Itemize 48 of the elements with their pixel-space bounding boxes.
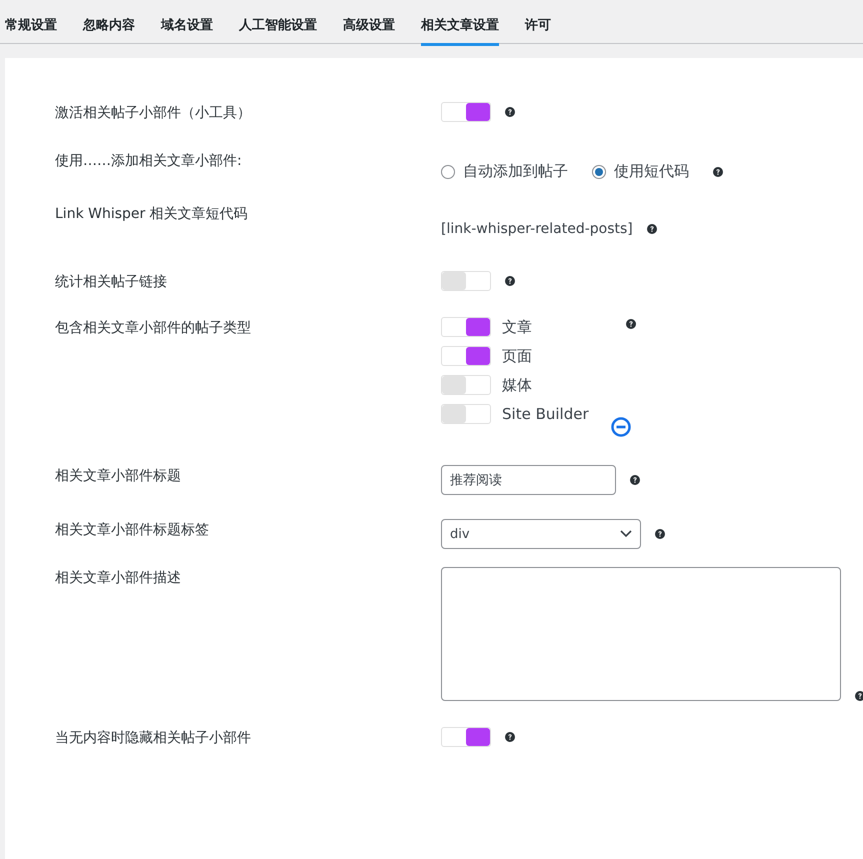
radio-button[interactable] — [441, 164, 455, 178]
help-icon[interactable] — [505, 732, 515, 742]
help-icon[interactable] — [855, 691, 863, 701]
help-icon[interactable] — [505, 107, 515, 117]
radio-label: 自动添加到帖子 — [463, 162, 568, 181]
help-icon[interactable] — [655, 529, 665, 539]
help-icon[interactable] — [505, 276, 515, 286]
tab[interactable]: 高级设置 — [343, 0, 395, 46]
tab[interactable]: 常规设置 — [5, 0, 57, 46]
description-field[interactable] — [441, 567, 841, 701]
title-field[interactable]: 推荐阅读 — [441, 465, 616, 495]
post-type-label: 媒体 — [502, 376, 532, 394]
shortcode-text: [link-whisper-related-posts] — [441, 221, 633, 237]
post-type-label: 页面 — [502, 346, 532, 366]
radio-option[interactable]: 自动添加到帖子 — [441, 162, 568, 181]
toggle-switch[interactable] — [441, 375, 491, 395]
chevron-down-icon — [620, 530, 632, 538]
help-icon[interactable] — [630, 475, 640, 485]
setting-label: 相关文章小部件描述 — [55, 569, 182, 587]
tab[interactable]: 忽略内容 — [83, 0, 135, 46]
tab[interactable]: 人工智能设置 — [239, 0, 317, 46]
tab[interactable]: 相关文章设置 — [421, 0, 499, 46]
minus-circle-icon[interactable] — [611, 417, 631, 437]
setting-label: 当无内容时隐藏相关帖子小部件 — [55, 729, 252, 747]
toggle-switch[interactable] — [441, 317, 491, 337]
setting-label: 激活相关帖子小部件（小工具） — [55, 104, 252, 122]
help-icon[interactable] — [646, 224, 657, 234]
setting-label: 使用……添加相关文章小部件: — [55, 152, 243, 170]
post-type-label: Site Builder — [502, 405, 589, 423]
setting-label: 包含相关文章小部件的帖子类型 — [55, 319, 252, 337]
post-type-label: 文章 — [502, 318, 532, 336]
tag-select[interactable]: div — [441, 519, 641, 549]
toggle-switch[interactable] — [441, 102, 491, 122]
toggle-switch[interactable] — [441, 346, 491, 366]
radio-label: 使用短代码 — [614, 162, 689, 181]
setting-label: 相关文章小部件标题标签 — [55, 521, 210, 539]
tab[interactable]: 域名设置 — [161, 0, 213, 46]
setting-label: Link Whisper 相关文章短代码 — [55, 205, 249, 223]
help-icon[interactable] — [626, 319, 636, 329]
setting-label: 统计相关帖子链接 — [55, 273, 168, 291]
toggle-switch[interactable] — [441, 404, 491, 424]
radio-button[interactable] — [592, 164, 606, 178]
toggle-switch[interactable] — [441, 271, 491, 291]
toggle-switch[interactable] — [441, 727, 491, 747]
tab[interactable]: 许可 — [525, 0, 551, 46]
radio-option[interactable]: 使用短代码 — [592, 162, 689, 181]
setting-label: 相关文章小部件标题 — [55, 467, 182, 485]
help-icon[interactable] — [713, 166, 723, 176]
